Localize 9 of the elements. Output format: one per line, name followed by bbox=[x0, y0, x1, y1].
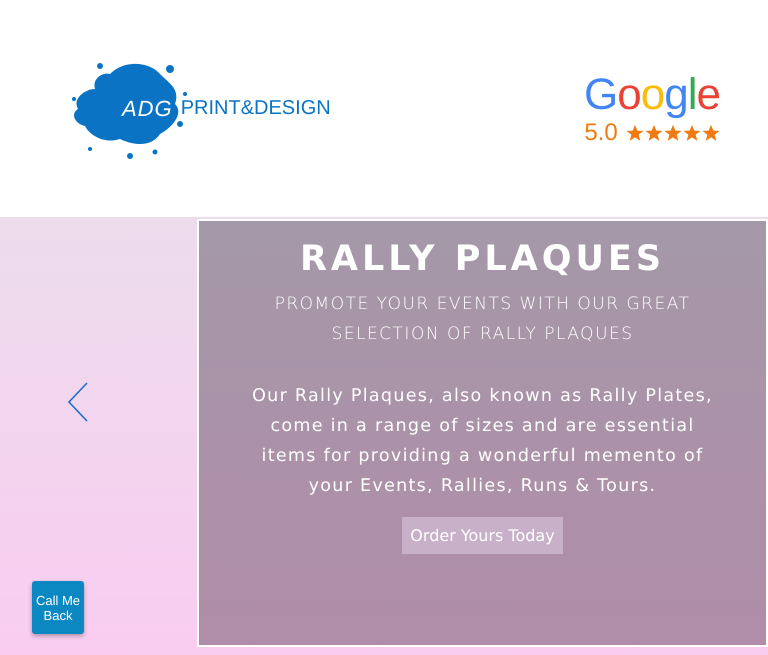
hero-subtitle: PROMOTE YOUR EVENTS WITH OUR GREAT SELECTION OF RALLY PLAQUES bbox=[274, 293, 692, 346]
order-button[interactable]: Order Yours Today bbox=[402, 517, 563, 554]
logo-initials: ADG bbox=[122, 96, 173, 122]
rating-score: 5.0 bbox=[584, 118, 618, 146]
logo-name: PRINT&DESIGN bbox=[180, 97, 331, 120]
call-me-back-button[interactable]: Call Me Back bbox=[32, 581, 84, 634]
hero-title: RALLY PLAQUES bbox=[300, 239, 666, 279]
brand-logo: Google bbox=[584, 70, 720, 118]
hero-description: Our Rally Plaques, also known as Rally Plates, come in a range of sizes and are essential items for providing a wonderful memento of your Events, Rallies, Runs & Tours. bbox=[251, 385, 714, 498]
